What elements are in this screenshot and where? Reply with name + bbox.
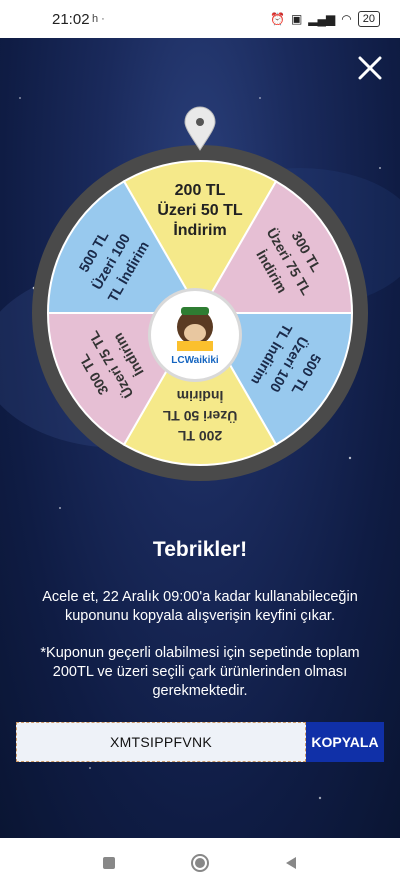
wifi-icon: ◠ (341, 12, 352, 26)
alarm-icon: ⏰ (270, 12, 285, 26)
status-icons: ⏰ ▣ ▂▄▆ ◠ 20 (270, 11, 380, 27)
close-icon[interactable] (356, 54, 384, 82)
coupon-code-field[interactable]: XMTSIPPFVNK (16, 722, 306, 762)
wheel-segment-text: İndirim (177, 388, 224, 404)
volte-icon: ▣ (290, 12, 303, 26)
signal-icon: ▂▄▆ (308, 12, 336, 26)
wheel-segment-text: 200 TL (175, 182, 226, 199)
wheel-segment-text: İndirim (173, 221, 226, 239)
logo-text: LCWaikiki (171, 355, 219, 366)
location-pin-icon (184, 106, 216, 151)
coupon-row: XMTSIPPFVNK KOPYALA (16, 722, 384, 762)
stop-square-icon[interactable] (98, 852, 120, 874)
result-note: *Kuponun geçerli olabilmesi için sepetin… (40, 645, 360, 699)
result-description: Acele et, 22 Aralık 09:00'a kadar kullan… (42, 589, 358, 624)
wheel-segment-text: 200 TL (177, 428, 222, 444)
wheel-segment-text: Üzeri 50 TL (162, 408, 237, 424)
notification-icons: h · (92, 13, 105, 25)
result-title: Tebrikler! (152, 538, 248, 561)
brand-logo: LCWaikiki (148, 288, 242, 382)
system-nav-bar (0, 838, 400, 888)
back-triangle-icon[interactable] (280, 852, 302, 874)
home-circle-icon[interactable] (189, 852, 211, 874)
battery-icon: 20 (357, 11, 380, 27)
status-bar: 21:02 h · ⏰ ▣ ▂▄▆ ◠ 20 (0, 0, 400, 38)
status-time: 21:02 (52, 11, 90, 28)
spin-wheel-popup: 200 TL Üzeri 50 TL İndirim 300 TL Üzeri 75 T… (0, 38, 400, 838)
wheel-segment-text: Üzeri 50 TL (157, 200, 243, 219)
copy-button[interactable]: KOPYALA (306, 722, 384, 762)
